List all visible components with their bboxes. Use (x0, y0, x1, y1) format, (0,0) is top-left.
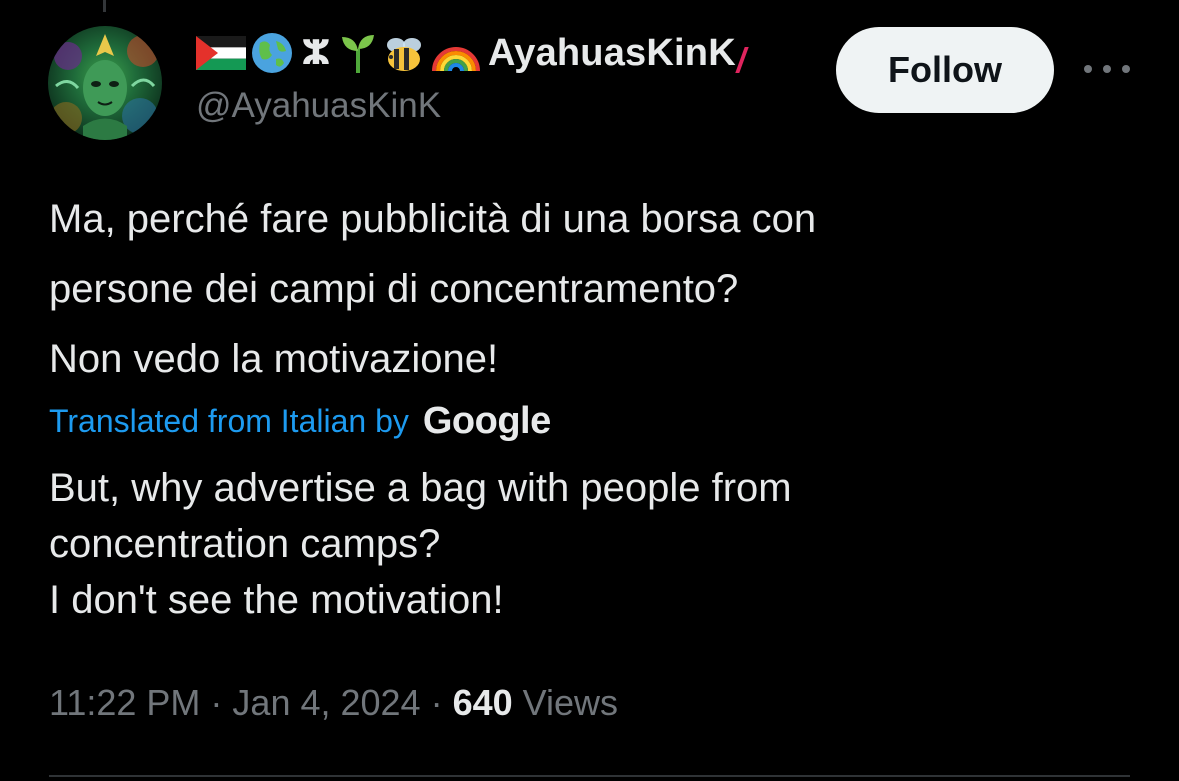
translated-line: I don't see the motivation! (49, 578, 504, 622)
avatar[interactable] (48, 26, 162, 140)
thread-connector-line (103, 0, 106, 12)
more-dot (1122, 65, 1130, 73)
translated-line: But, why advertise a bag with people fro… (49, 466, 792, 510)
palestine-flag-icon (196, 30, 246, 76)
original-line: Non vedo la motivazione! (49, 337, 499, 381)
tweet-time[interactable]: 11:22 PM (49, 682, 200, 724)
tweet-original-text: Ma, perché fare pubblicità di una borsa … (49, 184, 1129, 394)
original-line: persone dei campi di concentramento? (49, 267, 739, 311)
follow-button[interactable]: Follow (836, 27, 1054, 113)
translated-line: concentration camps? (49, 522, 441, 566)
amazigh-symbol-icon: ⵣ (301, 34, 331, 72)
author-handle[interactable]: @AyahuasKinK (196, 86, 441, 126)
views-count[interactable]: 640 (453, 682, 513, 724)
tweet-metadata: 11:22 PM · Jan 4, 2024 · 640 Views (49, 678, 618, 728)
bee-icon (382, 30, 426, 76)
divider (49, 775, 1130, 777)
seedling-icon (338, 30, 378, 76)
more-dot (1103, 65, 1111, 73)
avatar-image (48, 26, 162, 140)
original-line: Ma, perché fare pubblicità di una borsa … (49, 197, 817, 241)
google-logo: Google (422, 399, 551, 442)
translated-from-link[interactable]: Translated from Italian by (49, 403, 409, 440)
author-display-name[interactable]: AyahuasKinK (488, 32, 736, 75)
author-name-row[interactable]: ⵣ AyahuasKinK (196, 28, 816, 78)
separator-dot: · (430, 682, 443, 723)
tweet-date[interactable]: Jan 4, 2024 (232, 682, 420, 724)
tweet-translated-text: But, why advertise a bag with people fro… (49, 460, 1129, 628)
views-label: Views (522, 682, 619, 723)
more-options-icon[interactable] (1084, 54, 1130, 84)
rainbow-icon (430, 30, 482, 76)
translation-attribution: Translated from Italian by Google (49, 396, 551, 446)
globe-icon (250, 30, 294, 76)
truncated-emoji-fragment (735, 47, 749, 73)
separator-dot: · (210, 682, 223, 723)
more-dot (1084, 65, 1092, 73)
